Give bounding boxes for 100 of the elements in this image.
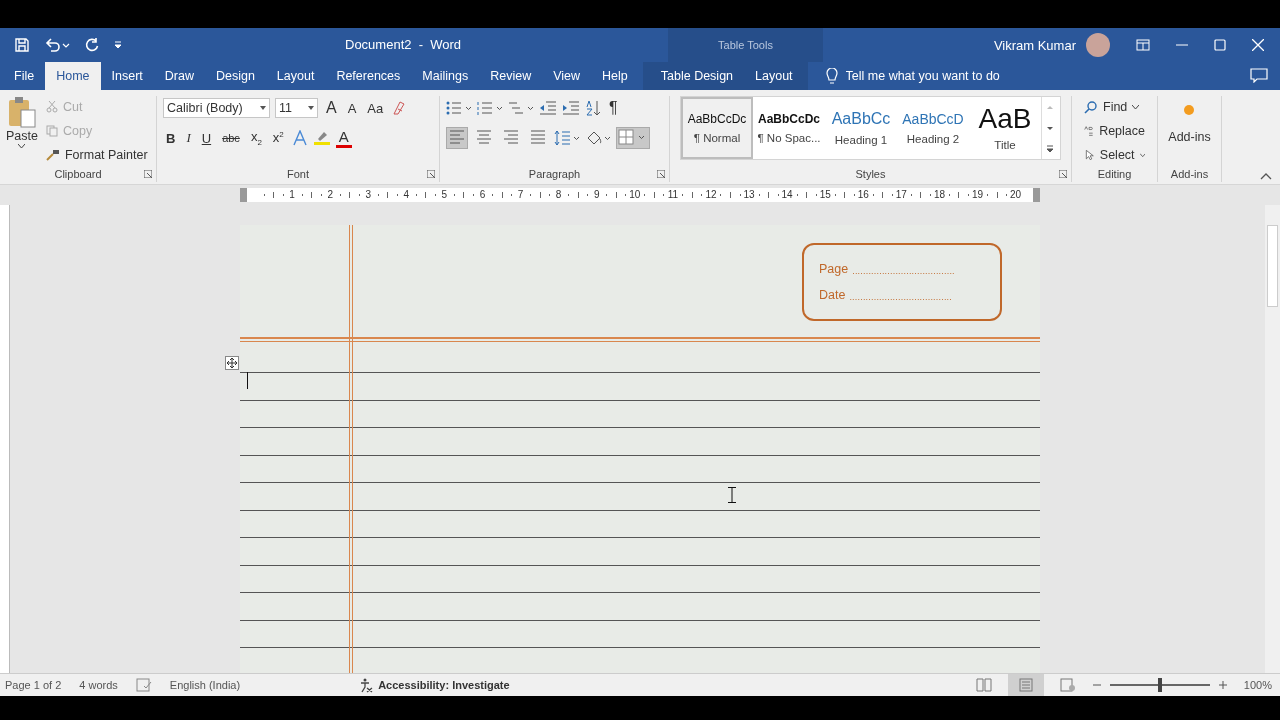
zoom-level[interactable]: 100% — [1243, 679, 1272, 691]
text-effects-icon[interactable] — [291, 130, 308, 146]
page-count[interactable]: Page 1 of 2 — [5, 679, 62, 691]
grow-font-button[interactable]: A — [323, 97, 340, 119]
zoom-in-icon[interactable] — [1217, 680, 1228, 690]
ribbon-tab[interactable]: Table Design — [646, 62, 745, 90]
dialog-launcher-icon[interactable] — [1059, 170, 1067, 178]
accessibility-icon[interactable] — [358, 677, 375, 693]
format-button[interactable]: U — [198, 127, 215, 149]
ruler-number: 6 — [479, 189, 486, 201]
ruler-number: 20 — [1010, 189, 1022, 201]
ribbon-tab[interactable]: Home — [45, 62, 101, 90]
caret-icon — [1139, 152, 1145, 158]
ruler-number: 1 — [289, 189, 295, 201]
shading-icon[interactable] — [585, 130, 611, 146]
caret-icon — [260, 106, 266, 110]
ribbon-tab[interactable]: Help — [591, 62, 639, 90]
change-case-button[interactable]: Aa — [364, 97, 387, 119]
format-button[interactable]: B — [163, 127, 179, 149]
ruler-number: 11 — [667, 189, 679, 201]
group-label: Paragraph — [528, 168, 581, 180]
shrink-font-button[interactable]: A — [344, 97, 360, 119]
decrease-indent-icon[interactable] — [539, 101, 557, 115]
pointer-icon — [1084, 148, 1095, 162]
language[interactable]: English (India) — [169, 679, 241, 691]
scissors-icon — [45, 101, 58, 113]
style-item[interactable]: AaBbCcDc ¶ Normal — [681, 97, 753, 159]
close-icon[interactable] — [1252, 39, 1264, 51]
format-button[interactable]: x$_{2}$ — [247, 127, 265, 149]
ruler-number: 19 — [971, 189, 984, 201]
format-button[interactable]: abc — [219, 127, 243, 149]
ruler-number: 7 — [517, 189, 524, 201]
font-size-dropdown[interactable]: 11 — [275, 98, 318, 118]
group-label: Add-ins — [1170, 168, 1209, 180]
save-icon[interactable] — [14, 37, 30, 53]
highlighter-icon[interactable] — [312, 130, 331, 146]
maximize-icon[interactable] — [1214, 39, 1226, 51]
field-label: Date — [819, 288, 846, 302]
paste-button[interactable]: Paste — [4, 96, 40, 166]
field-label: Page — [819, 262, 849, 276]
word-count[interactable]: 4 words — [79, 679, 118, 691]
text-cursor-icon — [728, 487, 736, 503]
show-formatting-button[interactable]: ¶ — [606, 97, 621, 119]
dialog-launcher-icon[interactable] — [657, 170, 665, 178]
search-icon — [1084, 100, 1098, 114]
caret-icon — [308, 106, 314, 110]
bullets-icon[interactable] — [446, 101, 472, 115]
ribbon-tab[interactable]: Insert — [100, 62, 154, 90]
editing-button[interactable]: Replace — [1080, 120, 1149, 142]
ruler-number: 15 — [819, 189, 831, 201]
collapse-ribbon-icon[interactable] — [1260, 173, 1272, 180]
avatar-icon[interactable] — [1086, 33, 1110, 57]
dialog-launcher-icon[interactable] — [144, 170, 152, 178]
search-field[interactable]: Tell me what you want to do — [845, 69, 1046, 83]
increase-indent-icon[interactable] — [562, 101, 580, 115]
editing-button[interactable]: Find — [1080, 96, 1149, 118]
sort-icon[interactable] — [585, 100, 601, 116]
text-caret — [247, 372, 248, 389]
ribbon-tab[interactable]: Mailings — [411, 62, 480, 90]
proofing-icon[interactable] — [135, 678, 152, 692]
ribbon-tab[interactable]: Review — [479, 62, 543, 90]
font-name-dropdown[interactable]: Calibri (Body) — [163, 98, 270, 118]
undo-icon[interactable] — [44, 37, 70, 53]
borders-button[interactable] — [616, 127, 650, 149]
ribbon-tab[interactable]: File — [0, 62, 46, 90]
window-title: Document2 - Word — [345, 37, 462, 52]
ribbon-tab[interactable]: Layout — [265, 62, 326, 90]
ruler-number: 2 — [327, 189, 333, 201]
ribbon-tab[interactable]: Design — [204, 62, 266, 90]
caret-icon — [1132, 104, 1140, 110]
editing-button[interactable]: Select — [1080, 144, 1149, 166]
ruler-number: 8 — [555, 189, 562, 201]
font-color-button[interactable]: A — [335, 128, 352, 148]
ruler-number: 3 — [365, 189, 371, 201]
ruler-number: 9 — [593, 189, 600, 201]
format-button[interactable]: I — [183, 127, 194, 149]
line-spacing-icon[interactable] — [554, 130, 580, 146]
ribbon-tab[interactable]: View — [542, 62, 592, 90]
accessibility-status[interactable]: Accessibility: Investigate — [378, 679, 510, 691]
user-name: Vikram Kumar — [993, 37, 1076, 53]
customize-caret-icon[interactable] — [114, 41, 122, 49]
redo-icon[interactable] — [84, 37, 100, 53]
vertical-scrollbar[interactable] — [1265, 205, 1280, 673]
copy-icon — [45, 125, 58, 137]
dialog-launcher-icon[interactable] — [427, 170, 435, 178]
ruler-number: 5 — [441, 189, 448, 201]
comment-icon[interactable] — [1250, 68, 1268, 83]
table-move-handle-icon[interactable] — [225, 356, 239, 370]
ribbon-tab[interactable]: References — [325, 62, 412, 90]
ribbon-tab[interactable]: Layout — [744, 62, 804, 90]
multilevel-list-icon[interactable] — [508, 101, 534, 115]
add-ins-button[interactable]: Add-ins — [1162, 96, 1217, 166]
ribbon-display-icon[interactable] — [1136, 39, 1150, 51]
format-button[interactable]: x$^{2}$ — [269, 127, 287, 149]
ruler-number: 17 — [895, 189, 907, 201]
group-label: Styles — [855, 168, 886, 180]
clipboard-button[interactable]: Format Painter — [43, 144, 150, 166]
group-label: Clipboard — [54, 168, 102, 180]
ribbon-tab[interactable]: Draw — [153, 62, 205, 90]
horizontal-ruler[interactable]: 1 2 3 4 5 6 7 8 9 10 11 12 13 14 15 16 17 18 19 20 — [240, 188, 1040, 202]
